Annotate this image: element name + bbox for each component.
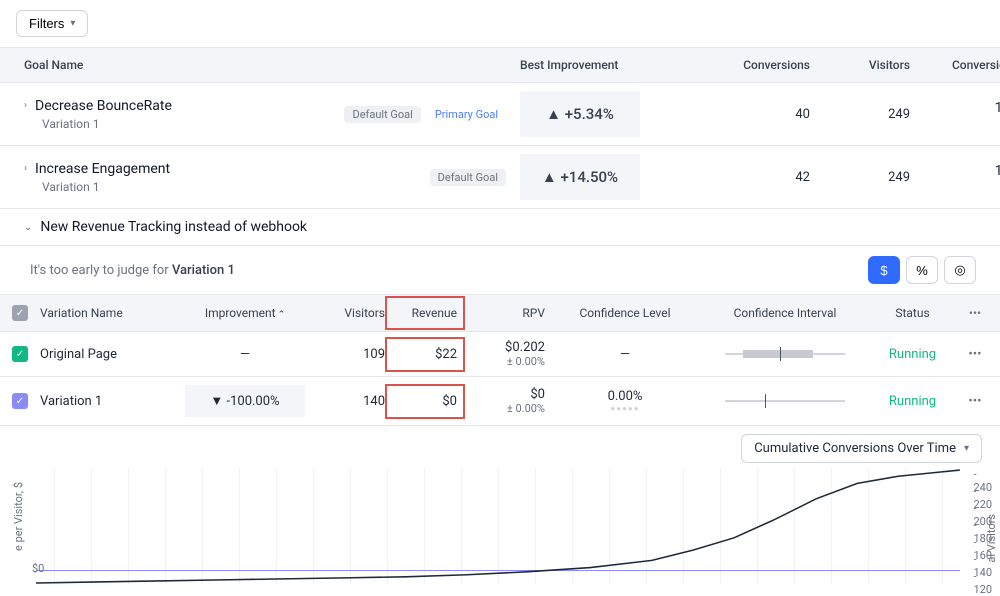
chart-area: Cumulative Conversions Over Time ▾ e per… <box>0 434 1000 584</box>
chart-line <box>36 468 960 587</box>
filters-label: Filters <box>29 16 64 31</box>
y-axis-left-label: e per Visitor, $ <box>12 482 25 551</box>
confidence-level-value: 0.00% <box>545 389 705 404</box>
rate-pm: ± 7.00% <box>910 179 1000 192</box>
revenue-value: $0 <box>385 384 465 419</box>
col-conversion-rate[interactable]: Conversion Rate <box>910 58 1000 72</box>
confidence-interval-bar <box>725 350 845 358</box>
goal-name: Increase Engagement <box>35 161 170 177</box>
percent-icon: % <box>916 263 928 278</box>
checkbox-variation[interactable]: ✓ <box>12 346 28 362</box>
visitors-value: 140 <box>310 394 385 409</box>
row-more-icon[interactable]: ••• <box>960 347 990 362</box>
chevron-down-icon: ▾ <box>70 18 75 29</box>
filters-button[interactable]: Filters ▾ <box>16 10 88 37</box>
col-goal-name[interactable]: Goal Name <box>0 58 340 72</box>
conversions-value: 40 <box>700 107 810 122</box>
tag-default-goal: Default Goal <box>430 169 506 186</box>
col-rpv[interactable]: RPV <box>465 306 545 320</box>
col-confidence-level[interactable]: Confidence Level <box>545 306 705 320</box>
status-value: Running <box>865 347 960 362</box>
col-improvement[interactable]: Improvement⌃ <box>180 306 310 320</box>
best-improvement-value: ▲ +5.34% <box>520 91 640 137</box>
target-icon: ◎ <box>954 262 965 278</box>
status-value: Running <box>865 394 960 409</box>
rpv-pm: ± 0.00% <box>465 402 545 415</box>
mode-percent-button[interactable]: % <box>906 256 938 284</box>
rpv-value: $0 <box>465 387 545 402</box>
conversions-value: 42 <box>700 170 810 185</box>
variation-row: ✓ Original Page — 109 $22 $0.202± 0.00% … <box>0 332 1000 377</box>
tag-primary-goal: Primary Goal <box>427 106 506 123</box>
tag-default-goal: Default Goal <box>344 106 420 123</box>
chevron-down-icon: ▾ <box>964 443 969 454</box>
col-confidence-interval[interactable]: Confidence Interval <box>705 306 865 320</box>
checkbox-all[interactable]: ✓ <box>12 305 28 321</box>
confidence-interval-bar <box>725 397 845 405</box>
variation-row: ✓ Variation 1 ▼ -100.00% 140 $0 $0± 0.00… <box>0 377 1000 426</box>
best-improvement-value: ▲ +14.50% <box>520 154 640 200</box>
improvement-value: ▼ -100.00% <box>185 385 305 417</box>
col-revenue[interactable]: Revenue <box>385 296 465 330</box>
col-conversions[interactable]: Conversions <box>700 58 810 72</box>
goal-row[interactable]: › Decrease BounceRate Variation 1 Default… <box>0 83 1000 146</box>
chevron-down-icon: ⌄ <box>24 222 32 233</box>
chevron-right-icon: › <box>24 100 27 111</box>
goal-row-expanded[interactable]: ⌄ New Revenue Tracking instead of webhoo… <box>0 209 1000 246</box>
rate-pm: ± 6.80% <box>910 116 1000 129</box>
mode-target-button[interactable]: ◎ <box>944 256 976 284</box>
improvement-value: — <box>180 347 310 362</box>
visitors-value: 249 <box>810 107 910 122</box>
variation-table-header: ✓ Variation Name Improvement⌃ Visitors R… <box>0 294 1000 332</box>
rate-value: 16.43% <box>910 100 1000 116</box>
col-visitors[interactable]: Visitors <box>310 306 385 320</box>
variation-name[interactable]: Original Page <box>40 347 180 362</box>
visitors-value: 109 <box>310 347 385 362</box>
rpv-pm: ± 0.00% <box>465 355 545 368</box>
goal-variation-sub: Variation 1 <box>42 117 340 131</box>
goal-name: New Revenue Tracking instead of webhook <box>40 219 307 235</box>
sort-asc-icon: ⌃ <box>278 310 286 320</box>
variation-name[interactable]: Variation 1 <box>40 394 180 409</box>
dollar-icon: $ <box>880 263 887 278</box>
header-more-icon[interactable]: ••• <box>960 306 990 320</box>
col-variation-name[interactable]: Variation Name <box>40 306 180 320</box>
chart-plot: $0 - 240 - 220 - 200 - 180 - 160 - 140 -… <box>36 468 960 584</box>
chart-type-select[interactable]: Cumulative Conversions Over Time ▾ <box>741 434 982 463</box>
col-best[interactable]: Best Improvement <box>520 58 700 72</box>
row-more-icon[interactable]: ••• <box>960 394 990 409</box>
chart-select-label: Cumulative Conversions Over Time <box>754 441 956 456</box>
goal-variation-sub: Variation 1 <box>42 180 340 194</box>
goal-row[interactable]: › Increase Engagement Variation 1 Default… <box>0 146 1000 209</box>
confidence-level-value: — <box>545 347 705 362</box>
visitors-value: 249 <box>810 170 910 185</box>
judge-variation: Variation 1 <box>172 263 235 278</box>
chevron-right-icon: › <box>24 163 27 174</box>
revenue-value: $22 <box>385 337 465 372</box>
mode-dollar-button[interactable]: $ <box>868 256 900 284</box>
checkbox-variation[interactable]: ✓ <box>12 393 28 409</box>
rate-value: 17.86% <box>910 163 1000 179</box>
goal-table-header: Goal Name Best Improvement Conversions V… <box>0 47 1000 83</box>
col-visitors[interactable]: Visitors <box>810 58 910 72</box>
confidence-dots-icon: ●●●●● <box>545 404 705 413</box>
goal-name: Decrease BounceRate <box>35 98 172 114</box>
rpv-value: $0.202 <box>465 340 545 355</box>
judge-row: It's too early to judge for Variation 1 … <box>0 246 1000 294</box>
col-status[interactable]: Status <box>865 306 960 320</box>
